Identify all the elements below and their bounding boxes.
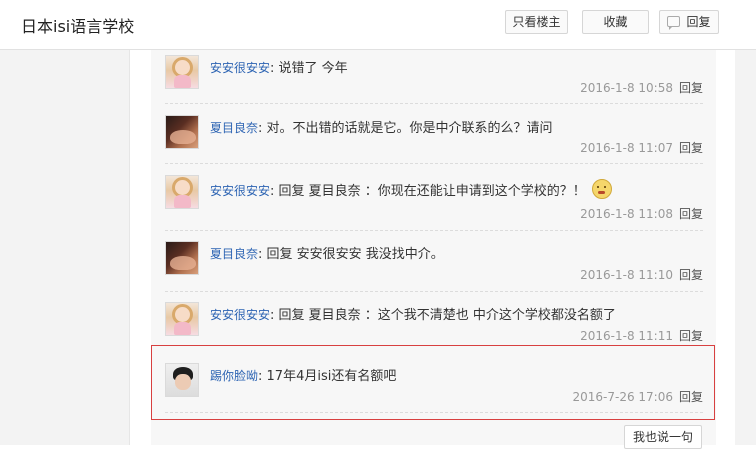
only-host-button[interactable]: 只看楼主 (505, 10, 568, 34)
reply-link[interactable]: 回复 (679, 268, 703, 282)
separator (165, 163, 703, 164)
surprised-emoji-icon (591, 179, 612, 199)
comment-meta: 2016-1-8 11:11 回复 (580, 327, 703, 344)
comment-meta: 2016-1-8 11:08 回复 (580, 205, 703, 222)
reply-link[interactable]: 回复 (679, 81, 703, 95)
say-something-button[interactable]: 我也说一句 (624, 425, 702, 449)
timestamp: 2016-1-8 10:58 (580, 81, 673, 95)
comment-meta: 2016-1-8 11:07 回复 (580, 139, 703, 156)
comment-text: 说错了 今年 (278, 61, 348, 76)
avatar[interactable] (165, 55, 199, 89)
comment-text: 回复 夏目良奈 ：这个我不清楚也 中介这个学校都没名额了 (278, 308, 616, 323)
reply-button[interactable]: 回复 (659, 10, 719, 34)
separator (165, 230, 703, 231)
comment-meta: 2016-1-8 10:58 回复 (580, 79, 703, 96)
page-title: 日本isi语言学校 (21, 17, 135, 36)
comment-meta: 2016-1-8 11:10 回复 (580, 266, 703, 283)
comment-line: 夏目良奈: 回复 安安很安安 我没找中介。 (210, 243, 444, 262)
comment-icon (667, 16, 681, 30)
thread-header: 日本isi语言学校 只看楼主 收藏 回复 (0, 0, 756, 50)
comment-line: 安安很安安: 说错了 今年 (210, 57, 348, 76)
comment-line: 安安很安安: 回复 夏目良奈 ：这个我不清楚也 中介这个学校都没名额了 (210, 304, 616, 323)
comment-meta: 2016-7-26 17:06 回复 (572, 388, 703, 405)
username-link[interactable]: 夏目良奈 (210, 121, 258, 135)
favorite-button[interactable]: 收藏 (582, 10, 649, 34)
timestamp: 2016-7-26 17:06 (572, 390, 673, 404)
reply-link[interactable]: 回复 (679, 141, 703, 155)
username-link[interactable]: 安安很安安 (210, 184, 270, 198)
username-link[interactable]: 安安很安安 (210, 61, 270, 75)
reply-link[interactable]: 回复 (679, 329, 703, 343)
colon-text: : (258, 369, 267, 384)
separator (165, 103, 703, 104)
reply-link[interactable]: 回复 (679, 390, 703, 404)
colon-text: : (270, 61, 279, 76)
comment-text: 回复 夏目良奈 ：你现在还能让申请到这个学校的？！ (278, 184, 586, 199)
timestamp: 2016-1-8 11:10 (580, 268, 673, 282)
comment-text: 对。不出错的话就是它。你是中介联系的么？请问 (266, 121, 553, 136)
avatar[interactable] (165, 115, 199, 149)
reply-button-label: 回复 (686, 15, 711, 29)
timestamp: 2016-1-8 11:08 (580, 207, 673, 221)
avatar[interactable] (165, 241, 199, 275)
username-link[interactable]: 夏目良奈 (210, 247, 258, 261)
username-link[interactable]: 踢你脸呦 (210, 369, 258, 383)
comment-line: 夏目良奈: 对。不出错的话就是它。你是中介联系的么？请问 (210, 117, 553, 136)
separator (165, 412, 703, 413)
comment-line: 安安很安安: 回复 夏目良奈 ：你现在还能让申请到这个学校的？！ (210, 179, 612, 199)
colon-text: : (270, 308, 279, 323)
reply-link[interactable]: 回复 (679, 207, 703, 221)
left-gutter (0, 50, 130, 445)
colon-text: : (258, 121, 267, 136)
colon-text: : (270, 184, 279, 199)
comment-text: 17年4月isi还有名额吧 (266, 369, 397, 384)
separator (165, 291, 703, 292)
avatar[interactable] (165, 175, 199, 209)
colon-text: : (258, 247, 267, 262)
right-gutter (735, 50, 756, 445)
divider (129, 50, 130, 445)
avatar[interactable] (165, 363, 199, 397)
comment-text: 回复 安安很安安 我没找中介。 (266, 247, 444, 262)
avatar[interactable] (165, 302, 199, 336)
username-link[interactable]: 安安很安安 (210, 308, 270, 322)
comment-line: 踢你脸呦: 17年4月isi还有名额吧 (210, 365, 396, 384)
timestamp: 2016-1-8 11:11 (580, 329, 673, 343)
timestamp: 2016-1-8 11:07 (580, 141, 673, 155)
